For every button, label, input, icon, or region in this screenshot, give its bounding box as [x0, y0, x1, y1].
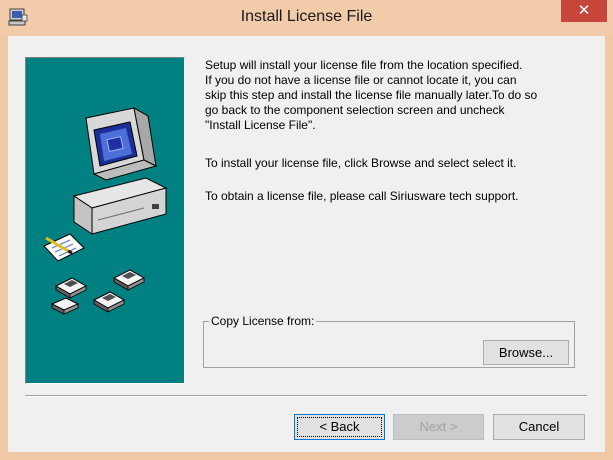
monitor-icon — [85, 107, 158, 181]
floppy-disk-icon — [50, 297, 80, 315]
instructions-paragraph: Setup will install your license file fro… — [205, 58, 538, 132]
browse-instructions: To install your license file, click Brow… — [205, 156, 517, 170]
computer-with-disks-illustration — [43, 107, 168, 315]
floppy-disk-icon — [112, 269, 146, 291]
floppy-disk-icon — [92, 291, 126, 313]
window-title: Install License File — [240, 8, 373, 25]
focus-rectangle — [297, 417, 382, 437]
floppy-disk-icon — [54, 277, 88, 299]
cancel-button[interactable]: Cancel — [493, 414, 585, 440]
installer-window: Install License File ✕ Setup will instal… — [0, 0, 613, 460]
back-button[interactable]: < Back — [294, 414, 385, 440]
support-instructions: To obtain a license file, please call Si… — [205, 189, 519, 203]
setup-artwork — [25, 57, 185, 384]
computer-case-icon — [72, 177, 168, 235]
title-bar[interactable]: Install License File ✕ — [0, 0, 613, 36]
browse-button[interactable]: Browse... — [483, 340, 569, 365]
dialog-body: Setup will install your license file fro… — [8, 36, 605, 452]
button-separator — [25, 395, 587, 397]
next-button[interactable]: Next > — [393, 414, 484, 440]
close-icon: ✕ — [577, 2, 591, 19]
license-paper-icon — [43, 233, 85, 262]
copy-license-label: Copy License from: — [209, 314, 317, 328]
close-button[interactable]: ✕ — [561, 0, 607, 22]
copy-license-group: Copy License from: Browse... — [203, 314, 575, 368]
